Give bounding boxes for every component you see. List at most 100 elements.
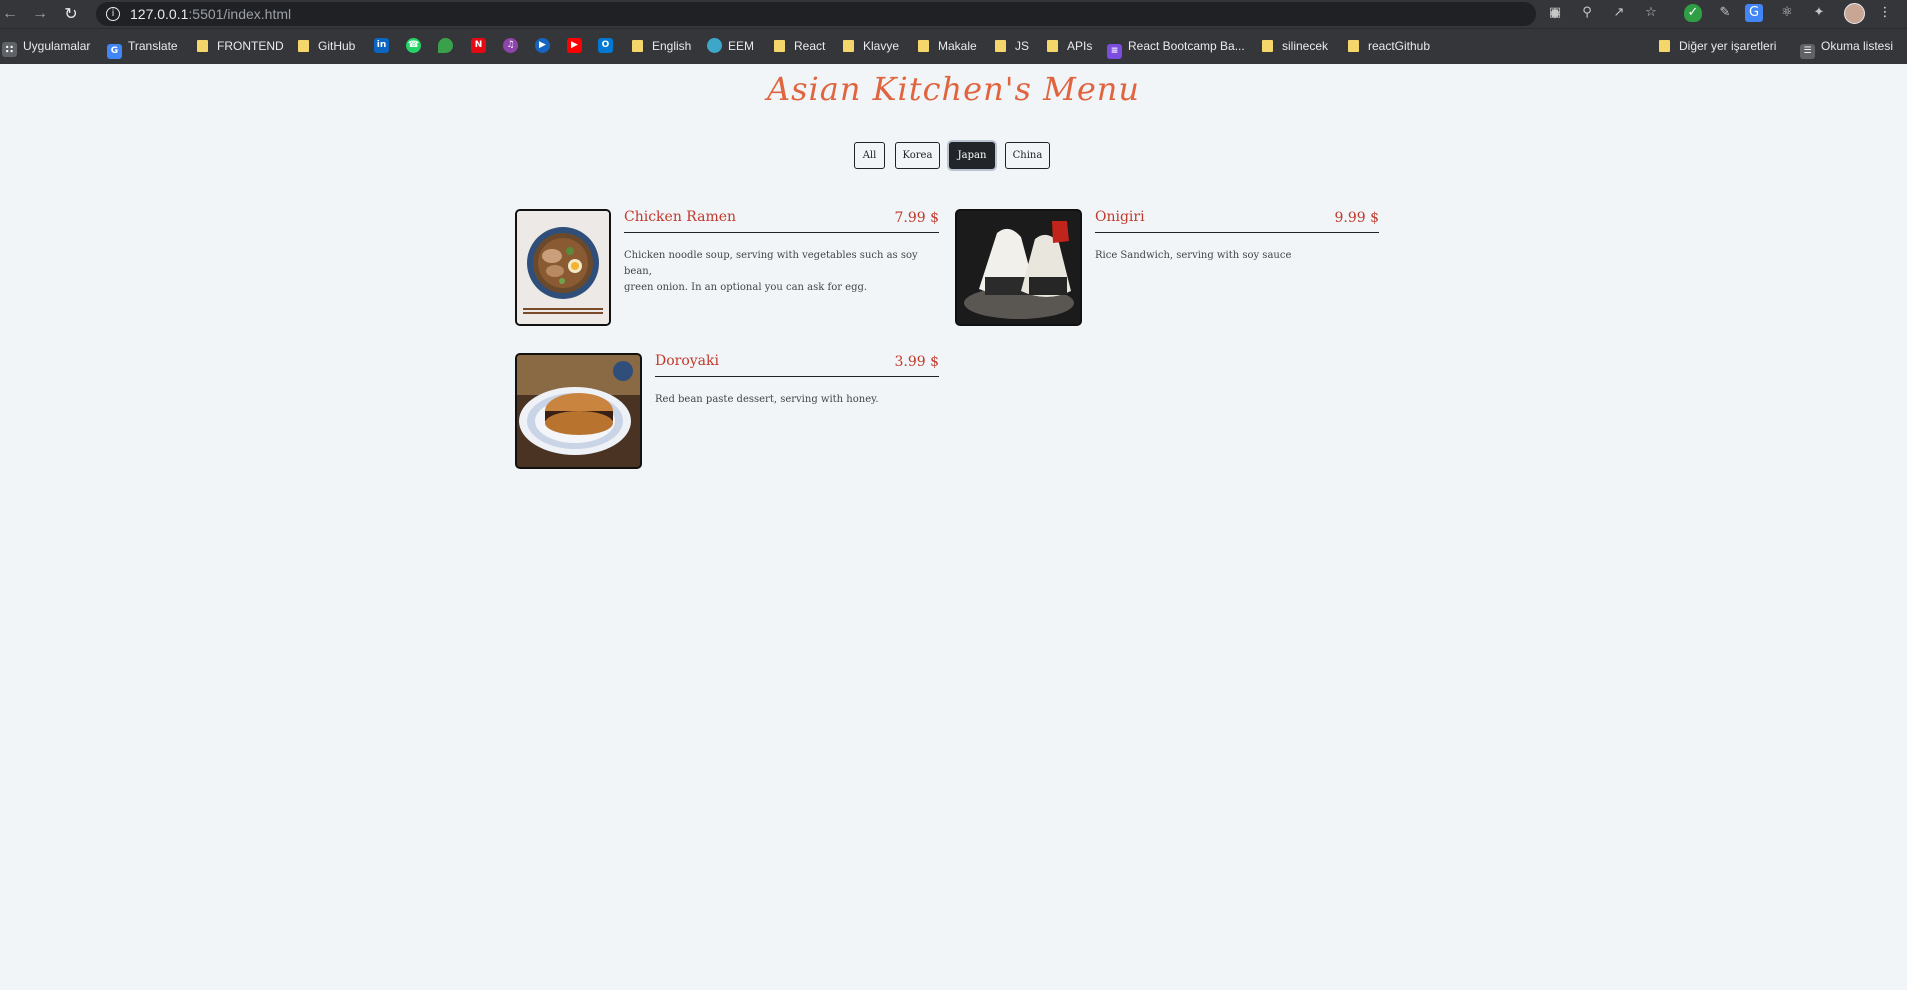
item-description: Rice Sandwich, serving with soy sauce [1095,248,1385,264]
pencil-extension-icon[interactable]: ✎ [1716,4,1734,22]
back-icon[interactable]: ← [0,4,20,24]
reading-list-icon: ☰ [1800,44,1815,59]
bookmark-other[interactable]: Diğer yer işaretleri [1659,38,1776,54]
item-description-line: Red bean paste dessert, serving with hon… [655,394,879,405]
zoom-icon[interactable]: ⚲ [1578,4,1596,22]
address-bar[interactable]: i 127.0.0.1:5501/index.html ⚙ [96,2,1561,26]
bookmark-frontend[interactable]: FRONTEND [197,38,284,54]
filter-button-china[interactable]: China [1005,142,1050,169]
google-translate-icon: G [107,44,122,59]
bookmark-label: FRONTEND [217,39,284,53]
bookmark-label: EEM [728,39,755,53]
item-price: 3.99 $ [894,354,939,370]
filter-button-all[interactable]: All [854,142,885,169]
item-divider [655,376,939,377]
youtube-icon[interactable]: ▶ [567,38,582,53]
item-name: Onigiri [1095,209,1145,225]
url-path: :5501/index.html [188,6,292,22]
folder-icon [632,40,643,52]
folder-icon [197,40,208,52]
site-info-icon[interactable]: i [106,7,120,21]
folder-icon [1348,40,1359,52]
puzzle-icon[interactable]: ✦ [1810,4,1828,22]
apps-grid-icon: ∷ [2,42,17,57]
folder-icon [298,40,309,52]
onigiri-illustration [957,211,1080,324]
drop-icon[interactable] [438,38,453,53]
bookmark-label: Translate [128,39,178,53]
translate-extension-icon[interactable]: G [1745,4,1763,22]
bookmarks-bar: ∷ Uygulamalar G Translate FRONTEND GitHub … [0,28,1907,64]
doroyaki-image [515,353,642,469]
bookmark-label: Uygulamalar [23,39,91,53]
bookmark-label: Makale [938,39,977,53]
bookmark-label: Okuma listesi [1821,39,1894,53]
bookmark-eem[interactable]: EEM [707,38,754,54]
bookmark-label: React Bootcamp Ba... [1128,39,1245,53]
folder-icon [774,40,785,52]
item-name: Doroyaki [655,353,719,369]
bookmark-label: reactGithub [1368,39,1431,53]
reload-icon[interactable]: ↻ [61,4,81,24]
bookmark-github[interactable]: GitHub [298,38,355,54]
react-devtools-icon[interactable]: ⚛ [1778,4,1796,22]
shield-extension-icon[interactable]: ✓ [1684,4,1702,22]
forward-icon[interactable]: → [30,4,50,24]
item-name: Chicken Ramen [624,209,737,225]
bookmark-label: APIs [1067,39,1093,53]
item-description-line: green onion. In an optional you can ask … [624,282,868,293]
reading-list[interactable]: ☰ Okuma listesi [1800,38,1894,59]
bookmark-klavye[interactable]: Klavye [843,38,899,54]
menu-dots-icon[interactable]: ⋮ [1876,4,1894,22]
item-description: Red bean paste dessert, serving with hon… [655,392,945,408]
filter-button-japan[interactable]: Japan [949,142,995,169]
globe-icon [707,38,722,53]
url-host: 127.0.0.1 [130,6,189,22]
item-description-line: Chicken noodle soup, serving with vegeta… [624,250,918,277]
item-description: Chicken noodle soup, serving with vegeta… [624,248,944,296]
bookmark-label: English [652,39,692,53]
bookmark-star-icon[interactable]: ☆ [1642,4,1660,22]
folder-icon [995,40,1006,52]
bookmark-label: GitHub [318,39,356,53]
folder-icon [1262,40,1273,52]
url-text: 127.0.0.1:5501/index.html [130,6,291,22]
item-price: 7.99 $ [894,210,939,226]
bookmark-makale[interactable]: Makale [918,38,977,54]
chicken-ramen-image [515,209,611,326]
translate-icon[interactable]: ▣ [1546,4,1564,22]
folder-icon [843,40,854,52]
bookmark-label: React [794,39,826,53]
linkedin-icon[interactable]: in [374,38,389,53]
page-title: Asian Kitchen's Menu [766,70,1140,108]
item-divider [624,232,939,233]
bookmark-react-bootcamp[interactable]: ≡ React Bootcamp Ba... [1107,38,1245,59]
profile-avatar[interactable] [1844,3,1865,24]
bookmark-translate[interactable]: G Translate [107,38,178,59]
doroyaki-illustration [517,355,640,467]
filter-button-korea[interactable]: Korea [895,142,940,169]
play-icon[interactable]: ▶ [535,38,550,53]
item-description-line: Rice Sandwich, serving with soy sauce [1095,250,1292,261]
ramen-bowl-illustration [517,211,609,324]
netflix-icon[interactable]: N [471,38,486,53]
outlook-icon[interactable]: O [598,38,613,53]
onigiri-image [955,209,1082,326]
bookmark-silinecek[interactable]: silinecek [1262,38,1328,54]
share-icon[interactable]: ↗ [1610,4,1628,22]
item-price: 9.99 $ [1334,210,1379,226]
bookmark-english[interactable]: English [632,38,691,54]
bookmark-apis[interactable]: APIs [1047,38,1092,54]
podcast-icon[interactable]: ♫ [503,38,518,53]
list-icon: ≡ [1107,44,1122,59]
bookmark-react[interactable]: React [774,38,825,54]
browser-toolbar: ← → ↻ i 127.0.0.1:5501/index.html ⚙ ▣ ⚲ … [0,0,1907,28]
bookmark-apps[interactable]: ∷ Uygulamalar [2,38,91,57]
bookmark-reactgithub[interactable]: reactGithub [1348,38,1430,54]
bookmark-label: silinecek [1282,39,1329,53]
whatsapp-icon[interactable]: ☎ [406,38,421,53]
folder-icon [1659,40,1670,52]
bookmark-label: Klavye [863,39,900,53]
bookmark-js[interactable]: JS [995,38,1029,54]
bookmark-label: Diğer yer işaretleri [1679,39,1777,53]
